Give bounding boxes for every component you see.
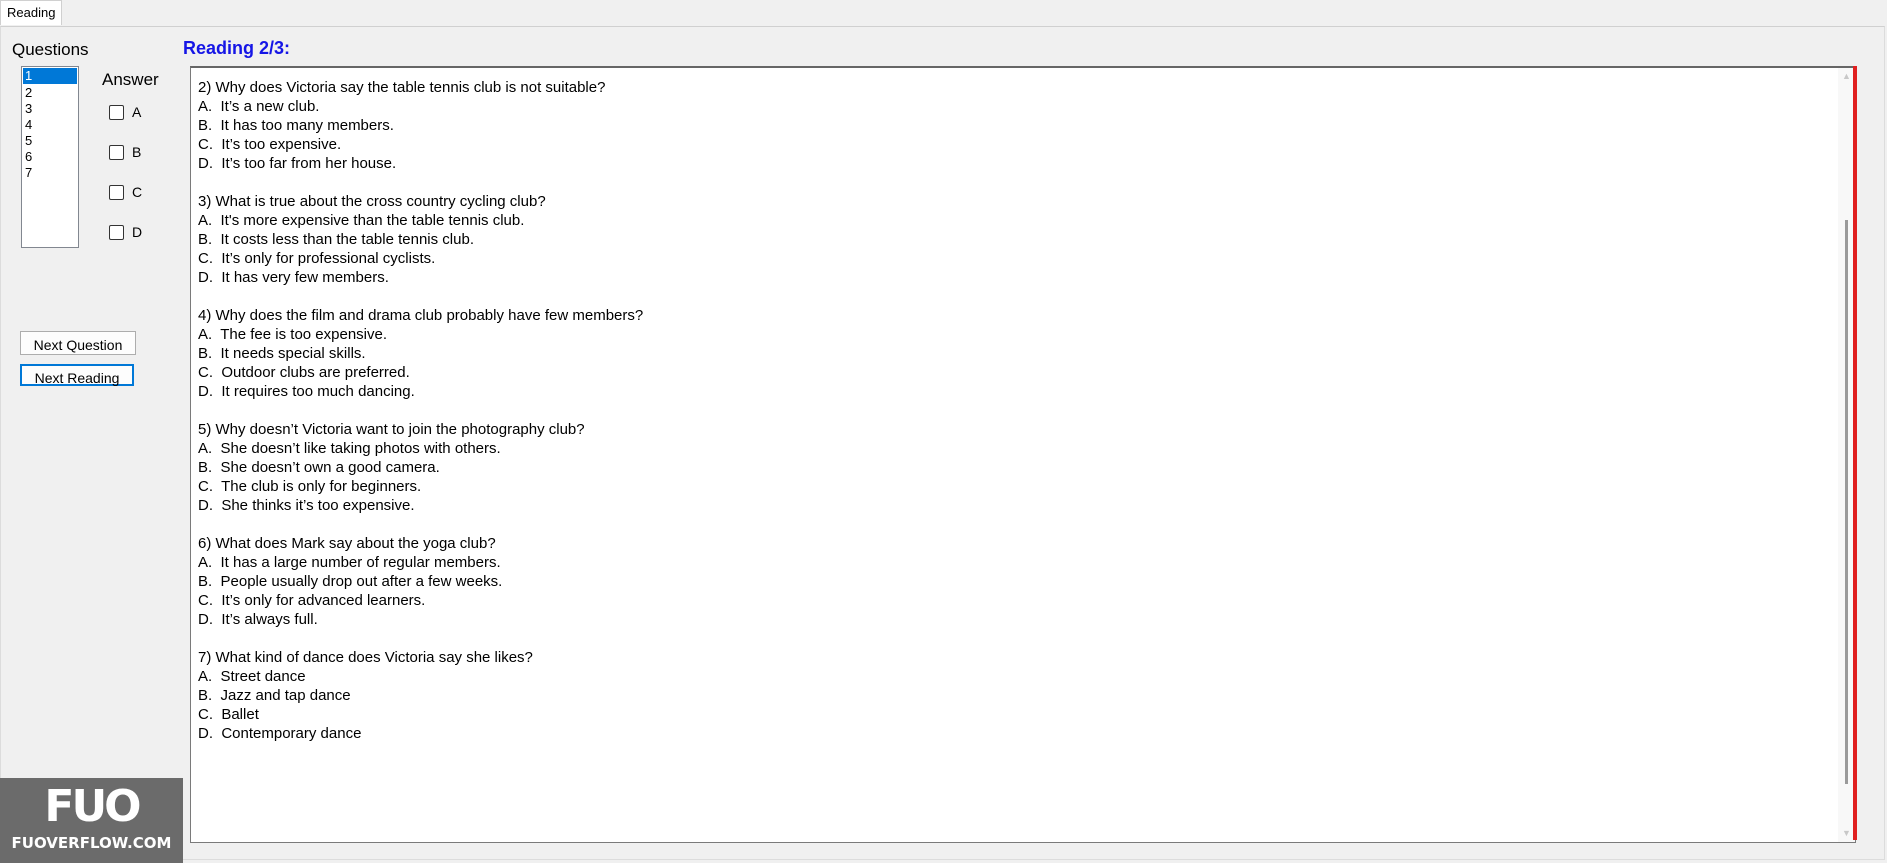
answer-checkbox[interactable] — [109, 224, 124, 240]
reading-title: Reading 2/3: — [183, 38, 291, 58]
answer-choice-text: C. It’s only for advanced learners. — [198, 592, 426, 609]
answer-choice-text: D. It has very few members. — [198, 269, 389, 286]
question-block: 3) What is true about the cross country … — [198, 192, 1818, 287]
question-text: 4) Why does the film and drama club prob… — [198, 307, 644, 324]
tab-reading[interactable]: Reading — [0, 0, 63, 25]
question-block: 5) Why doesn’t Victoria want to join the… — [198, 420, 1818, 515]
question-list[interactable]: 1234567 — [21, 66, 79, 248]
answer-option-a[interactable]: A — [109, 104, 141, 120]
question-list-item[interactable]: 4 — [22, 117, 78, 133]
answer-option-label: B — [132, 144, 142, 160]
answer-choice-text: A. The fee is too expensive. — [198, 326, 388, 343]
question-text: 6) What does Mark say about the yoga clu… — [198, 535, 496, 552]
question-block: 6) What does Mark say about the yoga clu… — [198, 534, 1818, 629]
next-question-button[interactable]: Next Question — [20, 331, 136, 355]
questions-label: Questions — [12, 40, 89, 59]
question-block: 2) Why does Victoria say the table tenni… — [198, 78, 1818, 173]
answer-choice-text: B. Jazz and tap dance — [198, 687, 351, 704]
answer-option-label: A — [132, 104, 142, 120]
question-text: 2) Why does Victoria say the table tenni… — [198, 79, 606, 96]
answer-choice-text: D. Contemporary dance — [198, 725, 362, 742]
reading-content: 2) Why does Victoria say the table tenni… — [198, 78, 1818, 762]
red-border-bar — [1853, 66, 1857, 840]
answer-choice-text: A. She doesn’t like taking photos with o… — [198, 440, 501, 457]
answer-option-c[interactable]: C — [109, 184, 142, 200]
answer-choice-text: D. She thinks it’s too expensive. — [198, 497, 415, 514]
answer-choice-text: A. Street dance — [198, 668, 306, 685]
answer-choice-text: B. It costs less than the table tennis c… — [198, 231, 474, 248]
answer-choice-text: D. It’s always full. — [198, 611, 318, 628]
answer-choice-text: B. It has too many members. — [198, 117, 394, 134]
answer-option-b[interactable]: B — [109, 144, 141, 160]
answer-choice-text: C. Outdoor clubs are preferred. — [198, 364, 410, 381]
answer-label: Answer — [102, 70, 159, 89]
answer-choice-text: A. It’s a new club. — [198, 98, 320, 115]
answer-choice-text: C. It’s too expensive. — [198, 136, 342, 153]
answer-choice-text: A. It's more expensive than the table te… — [198, 212, 525, 229]
tab-strip: Reading — [0, 0, 1887, 26]
watermark-logo-mark: FUO — [44, 781, 141, 832]
answer-choice-text: B. People usually drop out after a few w… — [198, 573, 503, 590]
question-list-item[interactable]: 7 — [22, 165, 78, 181]
next-reading-button[interactable]: Next Reading — [20, 364, 134, 386]
question-block: 4) Why does the film and drama club prob… — [198, 306, 1818, 401]
answer-choice-text: B. She doesn’t own a good camera. — [198, 459, 440, 476]
answer-checkbox[interactable] — [109, 184, 124, 200]
answer-option-label: D — [132, 224, 143, 240]
answer-choice-text: B. It needs special skills. — [198, 345, 366, 362]
question-text: 5) Why doesn’t Victoria want to join the… — [198, 421, 585, 438]
answer-choice-text: C. It’s only for professional cyclists. — [198, 250, 436, 267]
watermark-logo: FUO FUOVERFLOW.COM — [0, 778, 183, 863]
question-block: 7) What kind of dance does Victoria say … — [198, 648, 1818, 743]
watermark-text: FUOVERFLOW.COM — [11, 834, 172, 852]
answer-option-d[interactable]: D — [109, 224, 142, 240]
question-text: 3) What is true about the cross country … — [198, 193, 546, 210]
question-list-item[interactable]: 1 — [22, 67, 78, 85]
answer-checkbox[interactable] — [109, 104, 124, 120]
answer-choice-text: D. It’s too far from her house. — [198, 155, 397, 172]
answer-choice-text: C. Ballet — [198, 706, 259, 723]
question-text: 7) What kind of dance does Victoria say … — [198, 649, 533, 666]
answer-choice-text: C. The club is only for beginners. — [198, 478, 422, 495]
scrollbar-thumb[interactable] — [1845, 220, 1848, 784]
answer-choice-text: A. It has a large number of regular memb… — [198, 554, 501, 571]
answer-checkbox[interactable] — [109, 144, 124, 160]
question-list-item[interactable]: 5 — [22, 133, 78, 149]
answer-option-label: C — [132, 184, 143, 200]
question-list-item[interactable]: 2 — [22, 85, 78, 101]
answer-choice-text: D. It requires too much dancing. — [198, 383, 415, 400]
reading-textbox[interactable]: 2) Why does Victoria say the table tenni… — [190, 66, 1856, 843]
question-list-item[interactable]: 3 — [22, 101, 78, 117]
question-list-item[interactable]: 6 — [22, 149, 78, 165]
